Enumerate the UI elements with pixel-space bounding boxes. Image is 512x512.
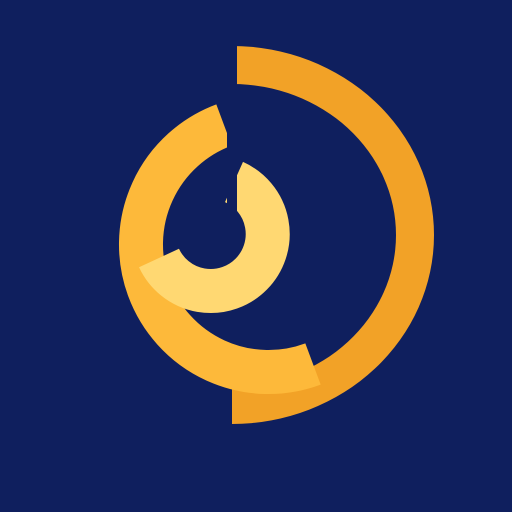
app-icon-canvas xyxy=(0,0,512,512)
concentric-arcs-logo-icon xyxy=(0,0,512,512)
